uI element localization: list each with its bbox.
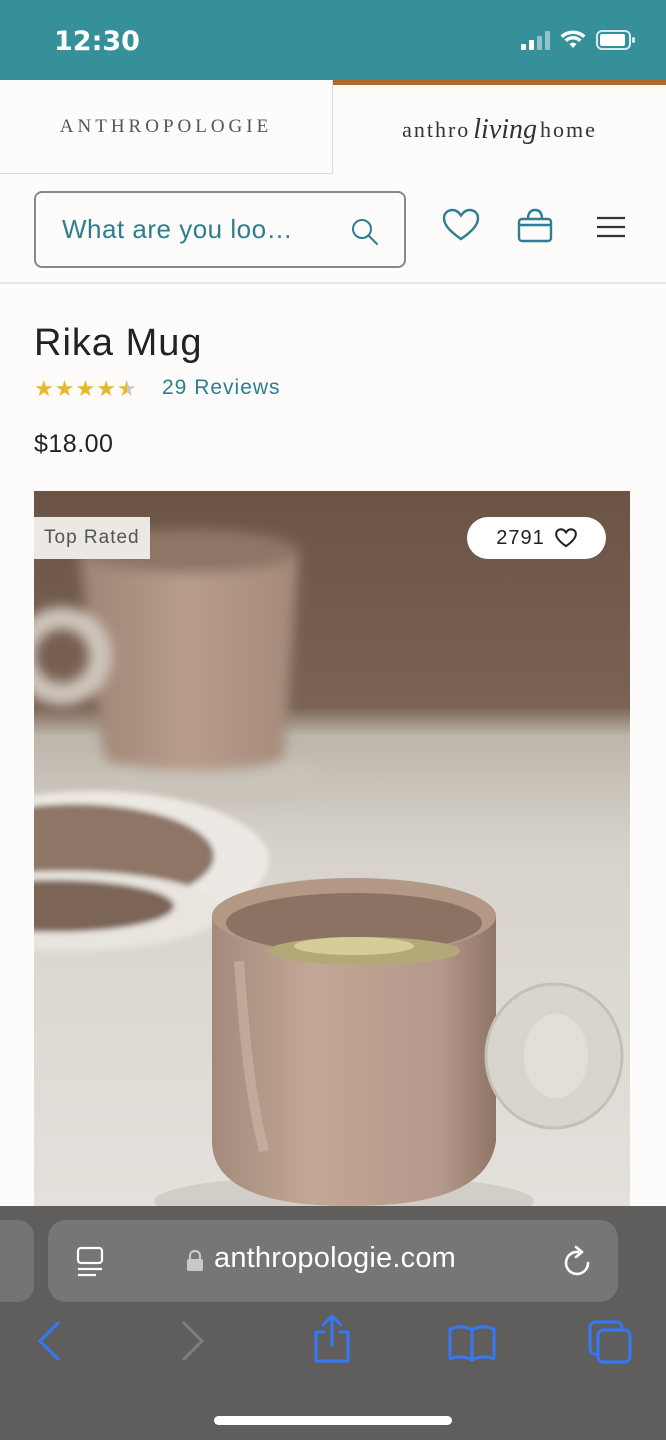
brand-tabs: ANTHROPOLOGIE anthro living home [0, 80, 666, 174]
reload-icon[interactable] [562, 1244, 594, 1278]
favorites-count: 2791 [496, 526, 545, 549]
tab-living-label-pre: anthro [402, 116, 471, 142]
wifi-icon [560, 30, 586, 48]
lock-icon [187, 1250, 203, 1271]
star-rating: ★ ★ ★ ★ ★ [34, 376, 137, 402]
battery-icon [596, 30, 635, 50]
signal-icon [521, 30, 550, 50]
search-icon[interactable] [350, 217, 380, 247]
tab-living-label-script: living [473, 113, 538, 145]
forward-icon[interactable] [180, 1320, 206, 1362]
tab-anthropologie-label: ANTHROPOLOGIE [59, 115, 273, 137]
search-input[interactable]: What are you loo… [34, 191, 406, 268]
status-bar: 12:30 [0, 0, 666, 80]
search-placeholder: What are you loo… [62, 214, 294, 244]
tabs-icon[interactable] [588, 1320, 634, 1364]
product-price: $18.00 [34, 430, 114, 458]
home-indicator [214, 1416, 452, 1425]
tab-living-label-post: home [540, 116, 597, 142]
heart-icon[interactable] [442, 208, 480, 242]
site-header: What are you loo… [0, 174, 666, 284]
star-icon: ★ [34, 376, 54, 401]
bag-icon[interactable] [516, 208, 554, 244]
heart-icon [554, 528, 577, 548]
bookmarks-icon[interactable] [448, 1324, 496, 1362]
reader-icon[interactable] [76, 1246, 106, 1278]
mug-photo [34, 491, 630, 1211]
top-rated-badge: Top Rated [34, 517, 150, 559]
star-icon: ★ [96, 376, 116, 401]
tab-anthro-living-home[interactable]: anthro living home [333, 80, 666, 174]
favorite-button[interactable]: 2791 [467, 517, 606, 559]
reviews-link[interactable]: 29 Reviews [162, 376, 281, 400]
star-icon: ★ [75, 376, 96, 401]
back-icon[interactable] [36, 1320, 62, 1362]
status-time: 12:30 [54, 26, 140, 57]
previous-tab-peek[interactable] [0, 1220, 34, 1302]
status-icons [521, 30, 636, 50]
half-star-icon: ★ [116, 376, 137, 401]
share-icon[interactable] [312, 1314, 352, 1364]
star-icon: ★ [54, 376, 75, 401]
product-title: Rika Mug [34, 322, 203, 364]
browser-toolbar: anthropologie.com [0, 1206, 666, 1440]
product-image[interactable]: Top Rated 2791 [34, 491, 630, 1211]
menu-icon[interactable] [596, 216, 626, 238]
tab-anthropologie[interactable]: ANTHROPOLOGIE [0, 80, 333, 174]
url-text: anthropologie.com [214, 1242, 456, 1274]
address-bar[interactable]: anthropologie.com [48, 1220, 618, 1302]
